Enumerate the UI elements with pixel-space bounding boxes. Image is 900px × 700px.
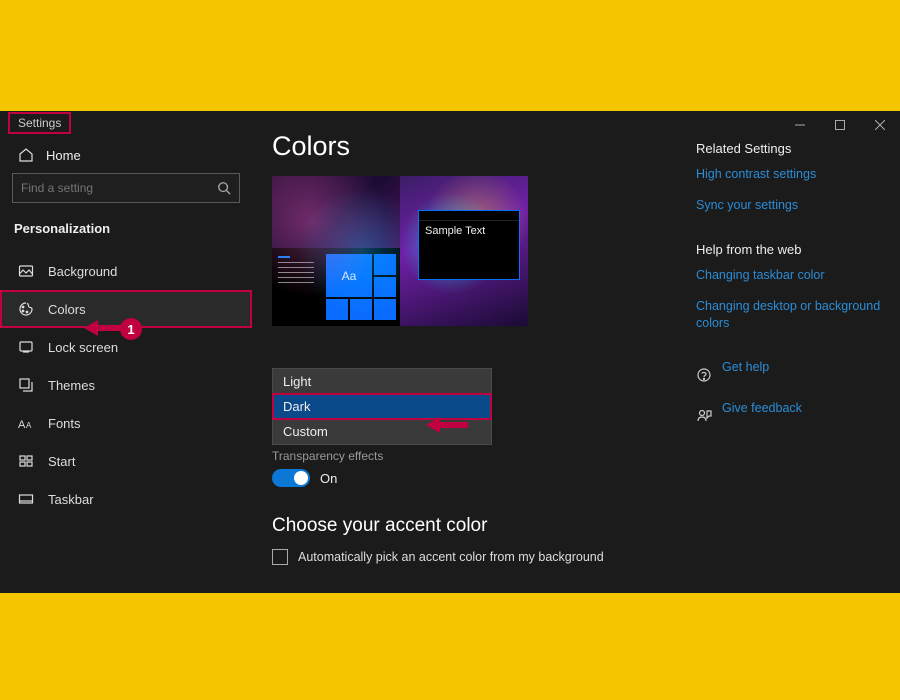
accent-heading: Choose your accent color <box>272 515 666 537</box>
auto-accent-row: Automatically pick an accent color from … <box>272 549 666 565</box>
close-button[interactable] <box>860 111 900 139</box>
app-title: Settings <box>8 112 71 134</box>
titlebar-left: Settings <box>0 111 252 133</box>
nav-item-colors[interactable]: Colors <box>0 290 252 328</box>
window-controls <box>780 111 900 139</box>
nav-label: Colors <box>48 302 86 317</box>
home-icon <box>18 147 34 163</box>
auto-accent-checkbox[interactable] <box>272 549 288 565</box>
themes-icon <box>18 377 34 393</box>
search-icon <box>217 181 231 195</box>
link-help-bg-colors[interactable]: Changing desktop or background colors <box>696 298 886 332</box>
minimize-button[interactable] <box>780 111 820 139</box>
feedback-icon <box>696 408 712 424</box>
nav-item-taskbar[interactable]: Taskbar <box>0 480 252 518</box>
preview-tile-aa: Aa <box>326 254 372 297</box>
color-mode-option-custom[interactable]: Custom <box>273 419 491 444</box>
link-get-help[interactable]: Get help <box>722 359 769 376</box>
color-mode-option-dark[interactable]: Dark <box>273 394 491 419</box>
start-icon <box>18 453 34 469</box>
help-heading: Help from the web <box>696 242 886 257</box>
transparency-label: Transparency effects <box>272 449 666 463</box>
lockscreen-icon <box>18 339 34 355</box>
help-icon <box>696 367 712 383</box>
nav-item-start[interactable]: Start <box>0 442 252 480</box>
preview-desktop-left: Aa <box>272 176 400 326</box>
nav-home-label: Home <box>46 148 81 163</box>
nav-label: Taskbar <box>48 492 94 507</box>
transparency-row: On <box>272 469 666 487</box>
nav-label: Lock screen <box>48 340 118 355</box>
preview-sample-text: Sample Text <box>419 221 519 241</box>
nav-label: Background <box>48 264 117 279</box>
nav-label: Fonts <box>48 416 81 431</box>
svg-text:A: A <box>18 419 26 430</box>
right-rail: Related Settings High contrast settings … <box>690 111 900 593</box>
nav-label: Themes <box>48 378 95 393</box>
nav-item-themes[interactable]: Themes <box>0 366 252 404</box>
preview-sample-window: Sample Text <box>418 210 520 280</box>
related-settings-heading: Related Settings <box>696 141 886 156</box>
transparency-toggle[interactable] <box>272 469 310 487</box>
content: Colors Aa Sample Text <box>252 111 690 593</box>
auto-accent-label: Automatically pick an accent color from … <box>298 550 604 564</box>
nav-home[interactable]: Home <box>0 133 252 173</box>
get-help-row[interactable]: Get help <box>696 359 886 390</box>
search-box[interactable] <box>12 173 240 203</box>
taskbar-icon <box>18 491 34 507</box>
image-icon <box>18 263 34 279</box>
color-mode-option-light[interactable]: Light <box>273 369 491 394</box>
svg-text:A: A <box>26 421 32 430</box>
colors-preview: Aa Sample Text <box>272 176 528 326</box>
maximize-button[interactable] <box>820 111 860 139</box>
nav-list: Background Colors Lock screen Themes <box>0 248 252 518</box>
feedback-row[interactable]: Give feedback <box>696 400 886 431</box>
category-header: Personalization <box>0 211 252 248</box>
nav-item-background[interactable]: Background <box>0 252 252 290</box>
page-title: Colors <box>272 131 666 162</box>
fonts-icon: AA <box>18 415 34 431</box>
settings-window: Settings Home Personalization <box>0 111 900 593</box>
link-sync-settings[interactable]: Sync your settings <box>696 197 886 214</box>
link-high-contrast[interactable]: High contrast settings <box>696 166 886 183</box>
sidebar: Settings Home Personalization <box>0 111 252 593</box>
link-give-feedback[interactable]: Give feedback <box>722 400 802 417</box>
transparency-value: On <box>320 471 337 486</box>
nav-label: Start <box>48 454 75 469</box>
preview-start-menu: Aa <box>272 248 400 326</box>
link-help-taskbar-color[interactable]: Changing taskbar color <box>696 267 886 284</box>
nav-item-fonts[interactable]: AA Fonts <box>0 404 252 442</box>
main: Colors Aa Sample Text <box>252 111 900 593</box>
palette-icon <box>18 301 34 317</box>
color-mode-dropdown[interactable]: Light Dark Custom <box>272 368 492 445</box>
search-input[interactable] <box>21 181 217 195</box>
nav-item-lockscreen[interactable]: Lock screen <box>0 328 252 366</box>
search-wrap <box>0 173 252 211</box>
